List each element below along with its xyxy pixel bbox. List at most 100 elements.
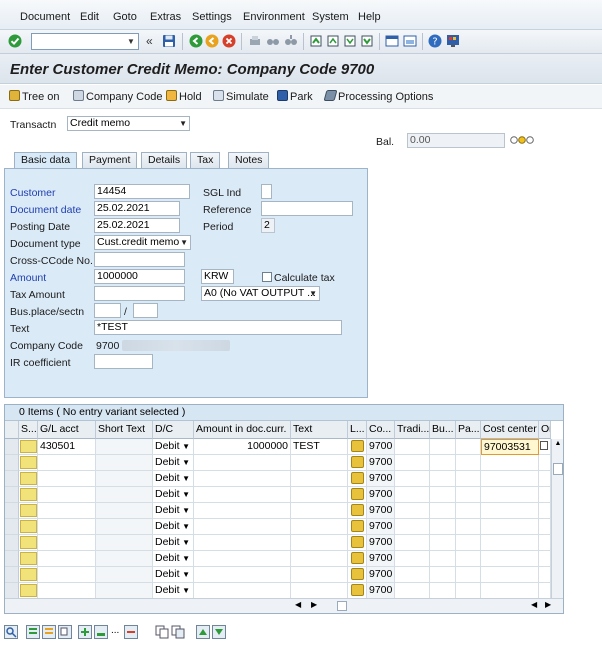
cost-center-cell[interactable] xyxy=(481,503,539,519)
sort-ascending-icon[interactable] xyxy=(196,625,210,639)
menu-extras[interactable]: Extras xyxy=(150,11,181,23)
cost-center-cell[interactable] xyxy=(481,471,539,487)
long-text-cell[interactable] xyxy=(348,567,367,583)
chevron-down-icon[interactable]: ▼ xyxy=(179,117,187,130)
menu-edit[interactable]: Edit xyxy=(80,11,99,23)
tab-payment[interactable]: Payment xyxy=(82,152,138,168)
insert-row-icon[interactable] xyxy=(78,625,92,639)
print-icon[interactable] xyxy=(248,34,262,48)
short-text-cell[interactable] xyxy=(96,567,153,583)
long-text-icon[interactable] xyxy=(351,584,364,596)
cost-center-cell[interactable] xyxy=(481,551,539,567)
dc-cell[interactable]: Debit ▼ xyxy=(153,487,194,503)
or-cell[interactable] xyxy=(539,551,551,567)
trading-cell[interactable] xyxy=(395,567,430,583)
short-text-cell[interactable] xyxy=(96,583,153,599)
dc-cell[interactable]: Debit ▼ xyxy=(153,439,194,455)
document-type-select[interactable]: Cust.credit memo ▼ xyxy=(94,235,191,250)
text-cell[interactable] xyxy=(291,455,348,471)
new-session-icon[interactable] xyxy=(385,34,399,48)
section-input[interactable] xyxy=(133,303,158,318)
horizontal-scrollbar[interactable]: ◀ ▶ ◀ ▶ xyxy=(5,598,563,613)
text-cell[interactable] xyxy=(291,583,348,599)
column-header-trading[interactable]: Tradi... xyxy=(395,421,430,439)
menu-environment[interactable]: Environment xyxy=(243,11,305,23)
amount-cell[interactable]: 1000000 xyxy=(194,439,291,455)
long-text-icon[interactable] xyxy=(351,472,364,484)
row-selector[interactable] xyxy=(5,471,19,487)
trading-cell[interactable] xyxy=(395,439,430,455)
chevron-down-icon[interactable]: ▼ xyxy=(182,583,190,598)
column-header-text[interactable]: Text xyxy=(291,421,348,439)
pa-cell[interactable] xyxy=(456,455,481,471)
gl-acct-cell[interactable] xyxy=(38,519,96,535)
scroll-left-end-icon[interactable]: ◀ xyxy=(531,600,537,609)
dc-cell[interactable]: Debit ▼ xyxy=(153,567,194,583)
row-selector[interactable] xyxy=(5,487,19,503)
menu-settings[interactable]: Settings xyxy=(192,11,232,23)
or-cell[interactable] xyxy=(539,567,551,583)
short-text-cell[interactable] xyxy=(96,503,153,519)
help-icon[interactable]: ? xyxy=(428,34,442,48)
menu-document[interactable]: Document xyxy=(20,11,70,23)
gl-acct-cell[interactable] xyxy=(38,567,96,583)
simulate-button[interactable]: Simulate xyxy=(213,90,269,103)
chevron-down-icon[interactable]: ▼ xyxy=(125,35,137,48)
column-header-co[interactable]: Co... xyxy=(367,421,395,439)
short-text-cell[interactable] xyxy=(96,519,153,535)
short-text-cell[interactable] xyxy=(96,551,153,567)
or-cell[interactable] xyxy=(539,439,551,455)
tax-code-select[interactable]: A0 (No VAT OUTPUT ... ▼ xyxy=(201,286,320,301)
processing-options-button[interactable]: Processing Options xyxy=(323,90,433,103)
chevron-down-icon[interactable]: ▼ xyxy=(182,487,190,502)
sgl-ind-input[interactable] xyxy=(261,184,272,199)
short-text-cell[interactable] xyxy=(96,471,153,487)
text-cell[interactable] xyxy=(291,487,348,503)
chevron-down-icon[interactable]: ▼ xyxy=(180,236,188,249)
gl-acct-cell[interactable] xyxy=(38,471,96,487)
menu-system[interactable]: System xyxy=(312,11,349,23)
back-icon[interactable] xyxy=(189,34,203,48)
append-row-icon[interactable] xyxy=(94,625,108,639)
menu-goto[interactable]: Goto xyxy=(113,11,137,23)
pa-cell[interactable] xyxy=(456,567,481,583)
dc-cell[interactable]: Debit ▼ xyxy=(153,455,194,471)
text-cell[interactable] xyxy=(291,551,348,567)
long-text-cell[interactable] xyxy=(348,487,367,503)
trading-cell[interactable] xyxy=(395,471,430,487)
trading-cell[interactable] xyxy=(395,519,430,535)
or-cell[interactable] xyxy=(539,583,551,599)
column-header-gl-acct[interactable]: G/L acct xyxy=(38,421,96,439)
text-cell[interactable] xyxy=(291,535,348,551)
tree-on-button[interactable]: Tree on xyxy=(9,90,60,103)
long-text-icon[interactable] xyxy=(351,456,364,468)
row-selector[interactable] xyxy=(5,455,19,471)
row-selector[interactable] xyxy=(5,439,19,455)
long-text-cell[interactable] xyxy=(348,439,367,455)
text-cell[interactable]: TEST xyxy=(291,439,348,455)
column-header-bu[interactable]: Bu... xyxy=(430,421,456,439)
cost-center-cell[interactable] xyxy=(481,535,539,551)
amount-cell[interactable] xyxy=(194,487,291,503)
select-all-corner[interactable] xyxy=(5,421,19,439)
first-page-icon[interactable] xyxy=(309,34,323,48)
row-selector[interactable] xyxy=(5,583,19,599)
long-text-cell[interactable] xyxy=(348,455,367,471)
chevron-down-icon[interactable]: ▼ xyxy=(182,439,190,454)
gl-acct-cell[interactable]: 430501 xyxy=(38,439,96,455)
previous-page-icon[interactable] xyxy=(326,34,340,48)
amount-cell[interactable] xyxy=(194,551,291,567)
or-cell[interactable] xyxy=(539,471,551,487)
pa-cell[interactable] xyxy=(456,503,481,519)
column-header-status[interactable]: S... xyxy=(19,421,38,439)
long-text-cell[interactable] xyxy=(348,503,367,519)
chevron-down-icon[interactable]: ▼ xyxy=(182,455,190,470)
pa-cell[interactable] xyxy=(456,551,481,567)
bu-cell[interactable] xyxy=(430,535,456,551)
vertical-scrollbar[interactable]: ▲ xyxy=(551,439,563,599)
find-icon[interactable] xyxy=(266,34,280,48)
column-header-or[interactable]: Or xyxy=(539,421,551,439)
save-icon[interactable] xyxy=(162,34,176,48)
trading-cell[interactable] xyxy=(395,535,430,551)
amount-cell[interactable] xyxy=(194,455,291,471)
